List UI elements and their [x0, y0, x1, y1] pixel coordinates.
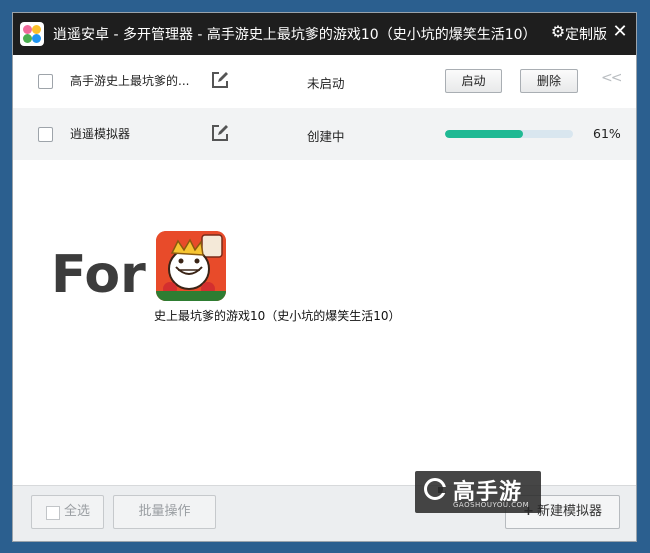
titlebar: 逍遥安卓 - 多开管理器 - 高手游史上最坑爹的游戏10（史小坑的爆笑生活10）… — [13, 13, 636, 55]
edit-icon[interactable] — [211, 71, 229, 89]
row-checkbox[interactable] — [38, 74, 53, 89]
brand-watermark: 高手游 GAOSHOUYOU.COM — [415, 471, 541, 513]
select-all-label: 全选 — [64, 504, 91, 519]
watermark-domain: GAOSHOUYOU.COM — [453, 501, 530, 509]
game-caption: 史上最坑爹的游戏10（史小坑的爆笑生活10） — [154, 309, 401, 323]
progress-fill — [445, 130, 524, 138]
select-all-button[interactable]: 全选 — [31, 495, 104, 529]
brand-logo-icon — [424, 478, 446, 500]
creation-progress-bar — [445, 130, 573, 138]
new-emulator-label: 新建模拟器 — [536, 504, 602, 519]
instance-status: 创建中 — [307, 129, 345, 144]
promo-for-text: For — [51, 245, 146, 305]
instance-name: 高手游史上最坑爹的... — [70, 74, 190, 88]
close-icon[interactable]: ✕ — [611, 22, 629, 42]
row-checkbox[interactable] — [38, 127, 53, 142]
window-title: 逍遥安卓 - 多开管理器 - 高手游史上最坑爹的游戏10（史小坑的爆笑生活10） — [53, 27, 537, 43]
instance-name: 逍遥模拟器 — [70, 127, 131, 141]
select-all-checkbox[interactable] — [46, 506, 60, 520]
edit-icon[interactable] — [211, 124, 229, 142]
custom-edition-label: 定制版 — [565, 27, 607, 43]
collapse-icon[interactable]: << — [601, 70, 623, 86]
progress-percent: 61% — [593, 126, 621, 141]
multi-instance-manager-window: 逍遥安卓 - 多开管理器 - 高手游史上最坑爹的游戏10（史小坑的爆笑生活10）… — [12, 12, 637, 542]
instance-row: 高手游史上最坑爹的... 未启动 启动 删除 << — [13, 55, 636, 107]
footer-toolbar: 全选 批量操作 +新建模拟器 — [13, 485, 636, 541]
instance-status: 未启动 — [307, 76, 345, 91]
batch-operation-button[interactable]: 批量操作 — [113, 495, 216, 529]
app-logo-icon — [20, 22, 44, 46]
start-button[interactable]: 启动 — [445, 69, 502, 93]
instance-row: 逍遥模拟器 创建中 61% — [13, 108, 636, 160]
delete-button[interactable]: 删除 — [520, 69, 578, 93]
game-app-icon — [156, 231, 226, 301]
